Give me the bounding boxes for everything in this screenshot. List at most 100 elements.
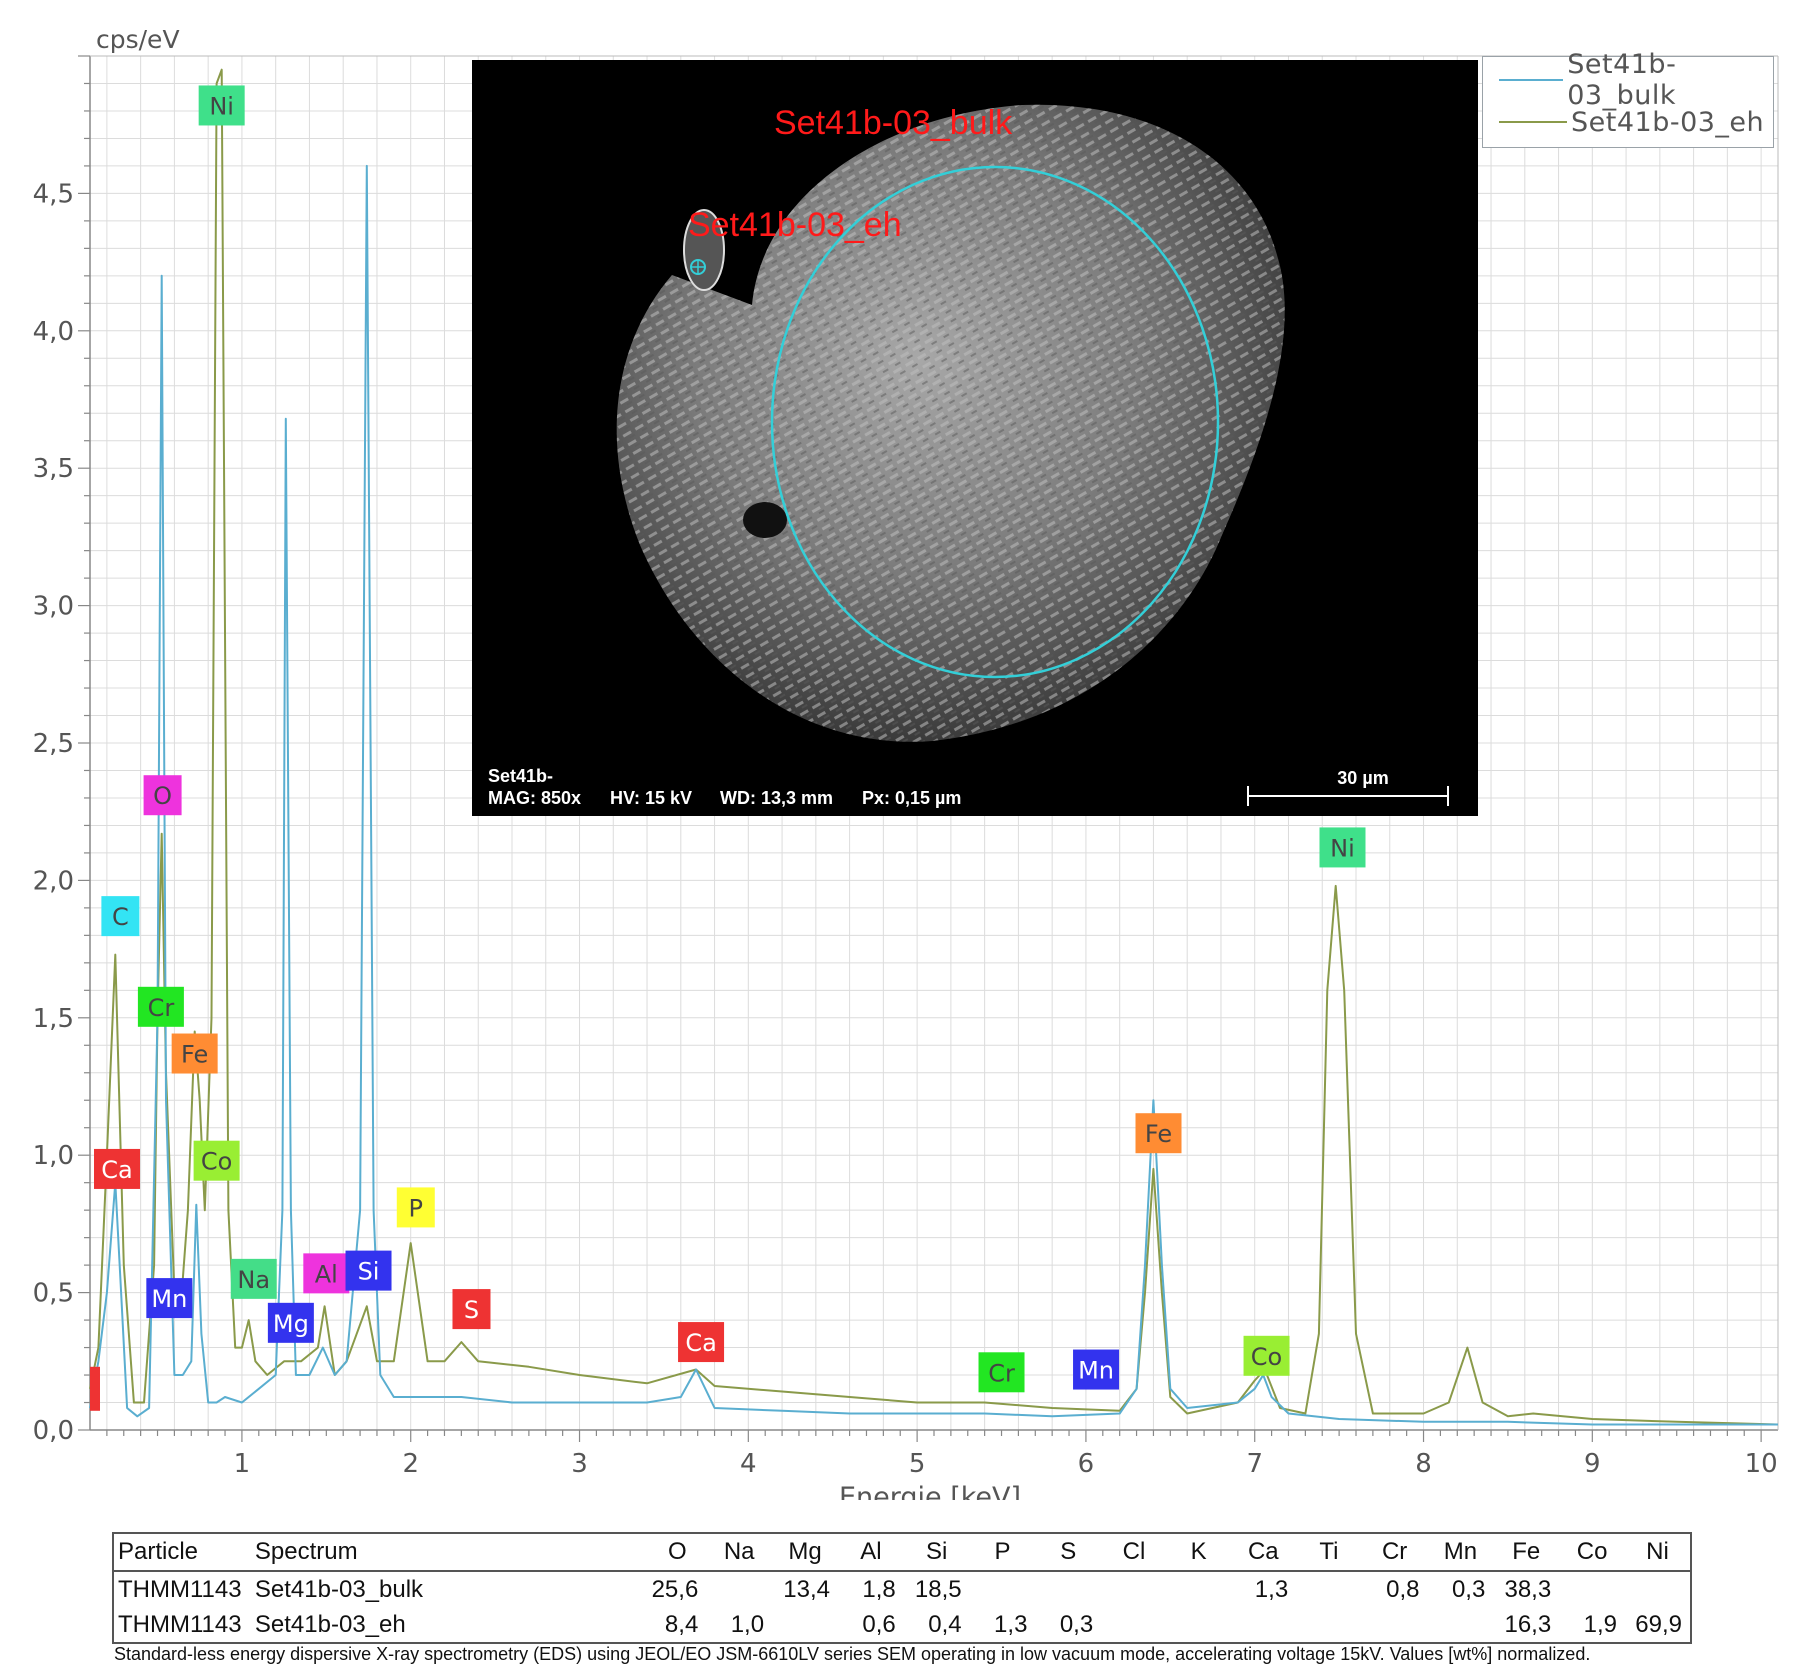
table-cell: 1,3 <box>1254 1575 1289 1603</box>
element-label-text: Cr <box>988 1359 1015 1387</box>
element-label-co: Co <box>1243 1335 1290 1376</box>
table-header-s: S <box>1035 1532 1102 1572</box>
table-row: THMM1143 Set41b-03_bulk 25,6 13,4 1,8 18,5 1,3… <box>113 1571 1691 1607</box>
element-label-cutoff <box>90 1366 100 1411</box>
element-label-text: S <box>464 1296 479 1324</box>
x-tick-label: 10 <box>1745 1449 1778 1479</box>
sem-micrograph: Set41b-03_bulk Set41b-03_eh Set41b- MAG:… <box>472 60 1478 816</box>
table-cell <box>1361 1607 1428 1644</box>
table-header-p: P <box>969 1532 1036 1572</box>
table-cell: 0,8 <box>1386 1575 1420 1603</box>
element-label-ni: Ni <box>198 85 245 126</box>
legend-label-eh: Set41b-03_eh <box>1571 106 1765 138</box>
element-label-mg: Mg <box>267 1302 314 1343</box>
element-label-fe: Fe <box>171 1033 218 1074</box>
table-cell <box>1296 1571 1362 1607</box>
legend-item-eh: Set41b-03_eh <box>1499 106 1765 138</box>
y-tick-label: 0,5 <box>33 1279 74 1309</box>
table-header-ni: Ni <box>1624 1532 1691 1572</box>
table-cell: Set41b-03_eh <box>250 1607 649 1644</box>
table-cell <box>1296 1607 1362 1644</box>
table-row: THMM1143 Set41b-03_eh 8,4 1,0 0,6 0,4 1,3 0,3 16… <box>113 1607 1691 1644</box>
x-tick-label: 8 <box>1415 1449 1432 1479</box>
legend-swatch-eh <box>1499 121 1567 123</box>
element-label-c: C <box>101 896 140 937</box>
element-label-fe: Fe <box>1135 1113 1182 1154</box>
table-cell: 1,9 <box>1559 1607 1625 1644</box>
element-label-text: C <box>112 903 129 931</box>
x-tick-label: 4 <box>740 1449 757 1479</box>
table-cell <box>1559 1571 1625 1607</box>
element-label-text: Fe <box>181 1041 208 1069</box>
eh-region-label: Set41b-03_eh <box>688 206 902 244</box>
table-cell <box>706 1571 772 1607</box>
x-tick-label: 2 <box>402 1449 419 1479</box>
element-label-text: Mn <box>1078 1357 1114 1385</box>
element-label-text: Ca <box>685 1329 716 1357</box>
pore <box>743 502 787 538</box>
table-header-ca: Ca <box>1230 1532 1297 1572</box>
table-cell: 1,8 <box>862 1575 896 1603</box>
table-cell: 0,3 <box>1035 1607 1102 1644</box>
legend-swatch-bulk <box>1499 79 1564 81</box>
table-cell: THMM1143 <box>113 1607 251 1644</box>
element-label-mn: Mn <box>146 1278 193 1319</box>
table-header-o: O <box>648 1532 707 1572</box>
y-tick-label: 4,5 <box>33 179 74 209</box>
bulk-region-label: Set41b-03_bulk <box>774 104 1013 142</box>
x-tick-label: 1 <box>234 1449 251 1479</box>
table-header-cl: Cl <box>1101 1532 1167 1572</box>
element-label-text: Ni <box>1330 834 1355 862</box>
y-tick-label: 1,5 <box>33 1004 74 1034</box>
x-tick-label: 3 <box>571 1449 588 1479</box>
table-cell <box>1167 1571 1231 1607</box>
table-cell: 18,5 <box>914 1575 962 1603</box>
table-cell: 25,6 <box>651 1575 699 1603</box>
y-tick-label: 0,0 <box>33 1416 74 1446</box>
table-header-si: Si <box>903 1532 970 1572</box>
table-cell: Set41b-03_bulk <box>254 1575 424 1603</box>
element-label-text: Co <box>201 1148 232 1176</box>
table-cell <box>1101 1571 1167 1607</box>
table-cell <box>772 1607 838 1644</box>
sem-image <box>616 104 1285 742</box>
table-cell: 0,4 <box>903 1607 970 1644</box>
y-tick-label: 1,0 <box>33 1141 74 1171</box>
element-label-p: P <box>396 1187 435 1228</box>
legend-label-bulk: Set41b-03_bulk <box>1567 49 1677 111</box>
x-tick-label: 9 <box>1584 1449 1601 1479</box>
table-header-al: Al <box>837 1532 904 1572</box>
element-label-co: Co <box>193 1140 240 1181</box>
table-cell <box>1166 1607 1231 1644</box>
table-cell <box>1625 1571 1691 1607</box>
table-cell: 38,3 <box>1504 1575 1552 1603</box>
table-cell <box>1427 1607 1494 1644</box>
sem-info-bar: Set41b- MAG: 850x HV: 15 kV WD: 13,3 mm … <box>472 762 1478 816</box>
y-tick-label: 4,0 <box>33 317 74 347</box>
table-header-spectrum: Spectrum <box>250 1532 649 1572</box>
eh-analysis-marker <box>690 259 706 275</box>
element-label-al: Al <box>303 1253 350 1294</box>
element-label-text: P <box>409 1194 423 1222</box>
element-label-ni: Ni <box>1319 827 1366 868</box>
table-cell <box>970 1571 1036 1607</box>
element-label-text: Cr <box>148 994 175 1022</box>
element-label-text: Ni <box>209 92 234 120</box>
table-header-fe: Fe <box>1493 1532 1560 1572</box>
composition-table: Particle Spectrum O Na Mg Al Si P S Cl K Ca Ti Cr Mn Fe… <box>112 1532 1692 1644</box>
element-label-s: S <box>452 1289 491 1330</box>
particle <box>616 104 1285 742</box>
table-cell: 13,4 <box>783 1575 830 1603</box>
element-label-ca: Ca <box>94 1148 141 1189</box>
element-label-ca: Ca <box>678 1322 725 1363</box>
y-axis-label: cps/eV <box>96 25 180 54</box>
table-cell <box>1035 1571 1101 1607</box>
table-header-cr: Cr <box>1361 1532 1428 1572</box>
y-tick-label: 3,5 <box>33 454 74 484</box>
table-cell <box>1101 1607 1167 1644</box>
sem-scale-bar <box>1247 786 1449 806</box>
x-tick-label: 6 <box>1078 1449 1095 1479</box>
y-tick-label: 2,5 <box>33 729 74 759</box>
x-axis-label: Energie [keV] <box>839 1482 1021 1500</box>
table-cell <box>1230 1607 1297 1644</box>
